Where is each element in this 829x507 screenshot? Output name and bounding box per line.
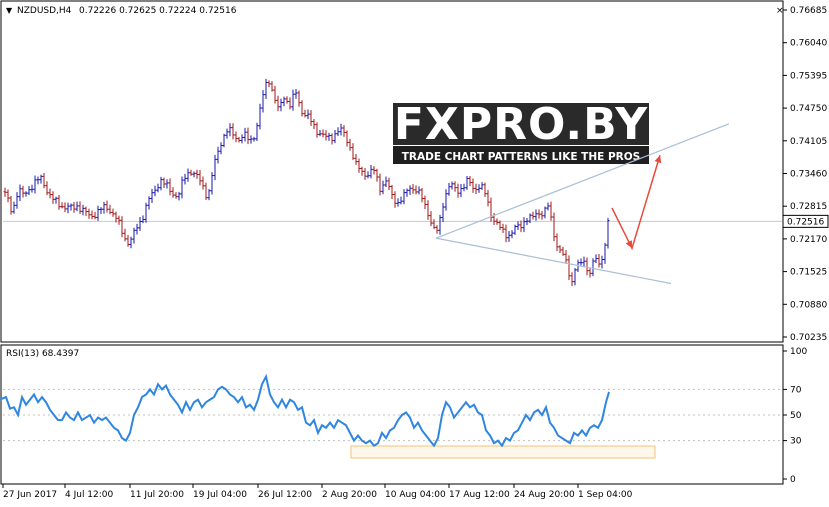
time-axis-label: 2 Aug 20:00 — [322, 490, 377, 500]
close-icon[interactable]: × — [776, 6, 784, 16]
rsi-axis-label: 50 — [790, 411, 802, 421]
time-axis-label: 17 Aug 12:00 — [449, 490, 510, 500]
time-axis-label: 4 Jul 12:00 — [65, 490, 114, 500]
price-axis-label: 0.76685 — [790, 6, 827, 16]
price-axis-label: 0.74105 — [790, 137, 827, 147]
time-axis-label: 27 Jun 2017 — [3, 490, 57, 500]
time-axis-label: 26 Jul 12:00 — [258, 490, 312, 500]
rsi-axis-label: 30 — [790, 437, 802, 447]
rsi-axis-label: 70 — [790, 385, 802, 395]
price-axis-label: 0.73460 — [790, 170, 827, 180]
current-price-label: 0.72516 — [787, 217, 824, 227]
price-axis-label: 0.75395 — [790, 71, 827, 81]
rsi-axis-label: 100 — [790, 347, 807, 357]
price-axis-label: 0.72815 — [790, 202, 827, 212]
watermark: FXPRO.BY TRADE CHART PATTERNS LIKE THE P… — [393, 99, 649, 164]
time-axis-label: 10 Aug 04:00 — [385, 490, 446, 500]
ohlc-label: 0.72226 0.72625 0.72224 0.72516 — [79, 6, 237, 16]
symbol-label: NZDUSD,H4 — [17, 6, 72, 16]
chart-window[interactable]: FXPRO.BY TRADE CHART PATTERNS LIKE THE P… — [0, 0, 829, 504]
price-axis-label: 0.70880 — [790, 300, 827, 310]
price-axis-label: 0.70235 — [790, 333, 827, 343]
price-axis-label: 0.72170 — [790, 235, 827, 245]
time-axis-label: 19 Jul 04:00 — [193, 490, 247, 500]
time-axis-label: 1 Sep 04:00 — [578, 490, 633, 500]
rsi-axis-label: 0 — [790, 475, 796, 485]
price-axis-label: 0.74750 — [790, 104, 827, 114]
chart-collapse-icon[interactable]: ▼ — [6, 6, 13, 15]
price-axis-label: 0.71525 — [790, 268, 827, 278]
price-pane-frame — [0, 0, 784, 343]
rsi-title: RSI(13) 68.4397 — [6, 349, 79, 359]
watermark-tagline: TRADE CHART PATTERNS LIKE THE PROS — [402, 151, 640, 163]
time-axis-label: 11 Jul 20:00 — [130, 490, 184, 500]
time-axis-label: 24 Aug 20:00 — [514, 490, 575, 500]
watermark-logo: FXPRO.BY — [394, 99, 648, 150]
oversold-highlight-box — [350, 445, 656, 459]
price-axis-label: 0.76040 — [790, 39, 827, 49]
